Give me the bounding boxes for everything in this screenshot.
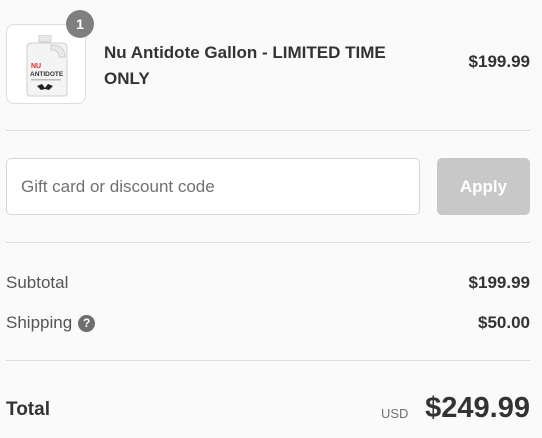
product-line-item: NU ANTIDOTE 1 Nu Antidote Gallon - LIMIT… [6, 10, 530, 104]
total-label: Total [6, 399, 50, 420]
product-jug-image: NU ANTIDOTE [26, 35, 68, 97]
order-summary: NU ANTIDOTE 1 Nu Antidote Gallon - LIMIT… [0, 0, 542, 438]
subtotal-label: Subtotal [6, 273, 69, 292]
jug-label-nu: NU [31, 63, 41, 70]
question-circle-icon[interactable]: ? [78, 314, 96, 332]
shipping-row-label: Shipping? [6, 313, 96, 333]
total-value: $249.99 [425, 392, 530, 424]
shipping-label: Shipping [6, 313, 73, 332]
product-title: Nu Antidote Gallon - LIMITED TIME ONLY [104, 43, 386, 88]
shipping-value: $50.00 [478, 313, 530, 332]
quantity-badge: 1 [66, 10, 94, 38]
product-price: $199.99 [468, 52, 530, 71]
jug-label-antidote: ANTIDOTE [30, 71, 64, 78]
discount-code-input[interactable] [6, 158, 420, 215]
apply-discount-button[interactable]: Apply [437, 158, 530, 215]
divider [6, 242, 530, 243]
subtotal-value: $199.99 [468, 273, 530, 292]
currency-code: USD [381, 406, 409, 421]
divider [6, 130, 530, 131]
divider [6, 360, 530, 361]
